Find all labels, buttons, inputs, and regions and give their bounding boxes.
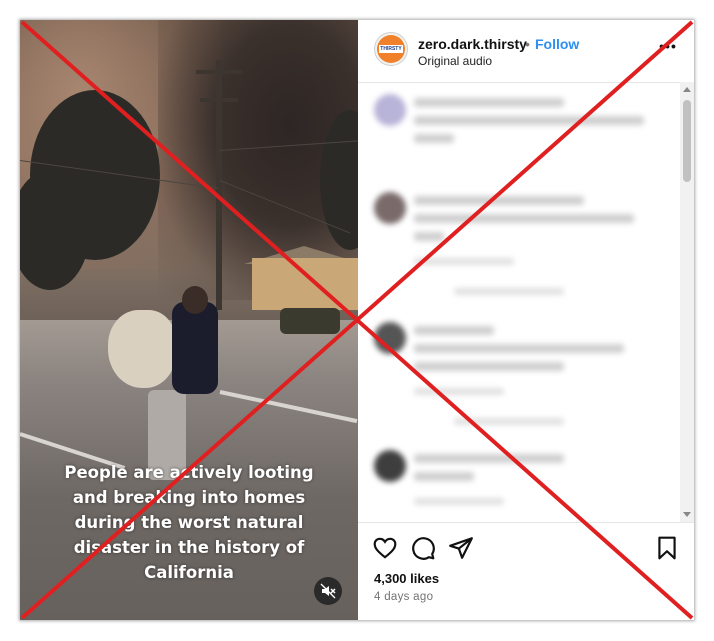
scroll-thumb[interactable] xyxy=(683,100,691,182)
caption-line: during the worst natural xyxy=(74,513,304,532)
avatar xyxy=(374,192,406,224)
comment-line xyxy=(414,134,454,143)
comment-line xyxy=(414,116,644,125)
post-frame: People are actively looting and breaking… xyxy=(20,20,694,620)
utility-pole-crossarm xyxy=(200,98,238,102)
caption-line: California xyxy=(144,563,234,582)
house xyxy=(252,258,358,310)
comment-meta xyxy=(454,418,564,425)
avatar xyxy=(374,322,406,354)
caption-line: People are actively looting xyxy=(64,463,314,482)
caption-line: and breaking into homes xyxy=(72,488,306,507)
comment-meta xyxy=(414,388,504,395)
hedge xyxy=(280,308,340,334)
post-timestamp[interactable]: 4 days ago xyxy=(374,591,433,603)
comment-line xyxy=(414,326,494,335)
comment-line xyxy=(414,214,634,223)
separator-dot: • xyxy=(525,36,530,52)
comment-line xyxy=(414,344,624,353)
bookmark-icon xyxy=(658,536,676,560)
comment-icon xyxy=(412,537,435,560)
caption-line: disaster in the history of xyxy=(73,538,305,557)
post-header: THIRSTY zero.dark.thirsty • Follow Origi… xyxy=(358,20,694,83)
comment-line xyxy=(414,98,564,107)
post-actions: 4,300 likes 4 days ago xyxy=(358,522,694,620)
heart-icon xyxy=(373,537,397,559)
share-icon xyxy=(449,537,473,559)
scroll-up-arrow[interactable] xyxy=(683,87,691,92)
follow-button[interactable]: Follow xyxy=(535,36,579,52)
audio-link[interactable]: Original audio xyxy=(418,54,492,68)
likes-count[interactable]: 4,300 likes xyxy=(374,571,439,586)
muted-speaker-icon xyxy=(320,583,336,599)
comments-list[interactable] xyxy=(358,82,694,522)
share-button[interactable] xyxy=(448,535,474,561)
comment-line xyxy=(414,196,584,205)
avatar-logo: THIRSTY xyxy=(377,35,405,63)
mute-toggle-button[interactable] xyxy=(314,577,342,605)
carried-bag xyxy=(108,310,176,388)
person-head xyxy=(182,286,208,314)
post-sidebar: THIRSTY zero.dark.thirsty • Follow Origi… xyxy=(358,20,694,620)
video-player[interactable]: People are actively looting and breaking… xyxy=(20,20,358,620)
utility-pole-crossarm xyxy=(196,70,242,74)
avatar xyxy=(374,94,406,126)
comments-scrollbar[interactable] xyxy=(680,82,694,522)
comment-meta xyxy=(454,288,564,295)
person-body xyxy=(172,302,218,394)
video-caption: People are actively looting and breaking… xyxy=(20,460,358,585)
comment-line xyxy=(414,454,564,463)
scroll-down-arrow[interactable] xyxy=(683,512,691,517)
avatar[interactable]: THIRSTY xyxy=(374,32,408,66)
comment-meta xyxy=(414,258,514,265)
username-link[interactable]: zero.dark.thirsty xyxy=(418,36,527,52)
like-button[interactable] xyxy=(372,535,398,561)
comment-line xyxy=(414,362,564,371)
comment-button[interactable] xyxy=(410,535,436,561)
save-button[interactable] xyxy=(654,535,680,561)
comment-line xyxy=(414,232,444,241)
comment-line xyxy=(414,472,474,481)
avatar xyxy=(374,450,406,482)
avatar-text: THIRSTY xyxy=(379,45,403,53)
comment-meta xyxy=(414,498,504,505)
more-options-icon[interactable]: ••• xyxy=(656,38,680,58)
